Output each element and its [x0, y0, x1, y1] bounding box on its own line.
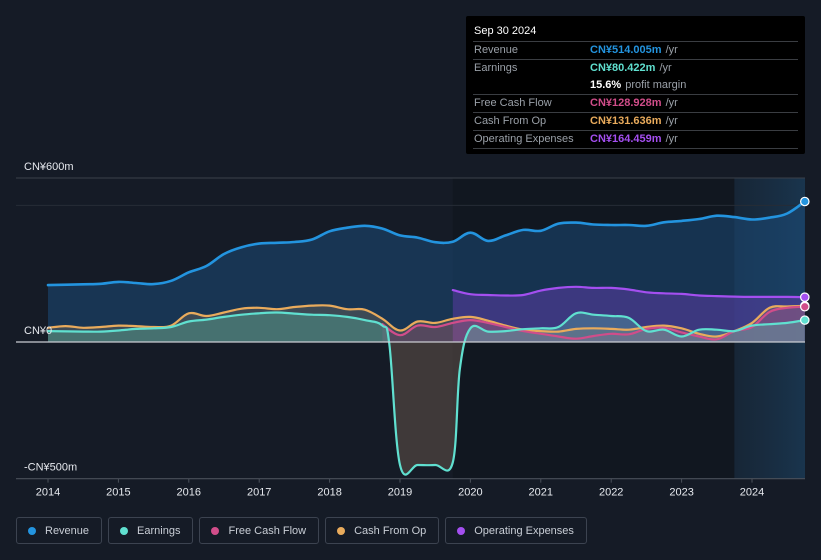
tooltip-row-profit-margin: 15.6% profit margin	[473, 77, 798, 94]
legend-label: Cash From Op	[354, 524, 427, 537]
tooltip-row-operating-expenses: Operating Expenses CN¥164.459m/yr	[473, 130, 798, 149]
tooltip-unit: /yr	[665, 44, 678, 56]
free-cash-flow-end-marker	[799, 301, 810, 312]
tooltip-panel: Sep 30 2024 Revenue CN¥514.005m/yr Earning…	[466, 16, 805, 154]
tooltip-label: Free Cash Flow	[474, 97, 552, 109]
legend-item-revenue[interactable]: Revenue	[16, 517, 103, 544]
legend-dot-icon	[120, 526, 129, 535]
legend-item-operating-expenses[interactable]: Operating Expenses	[445, 517, 587, 544]
tooltip-label: Cash From Op	[474, 115, 547, 127]
x-tick-label: 2015	[106, 487, 130, 499]
tooltip-unit: /yr	[665, 115, 678, 127]
tooltip-value: CN¥80.422m	[590, 62, 656, 74]
y-tick-label: -CN¥500m	[24, 462, 77, 474]
legend-label: Operating Expenses	[474, 524, 574, 537]
x-tick-label: 2023	[669, 487, 693, 499]
tooltip-unit: /yr	[665, 133, 678, 145]
legend-dot-icon	[211, 526, 220, 535]
tooltip-label	[473, 77, 590, 94]
tooltip-value: CN¥514.005m	[590, 44, 662, 56]
legend-item-cash-from-op[interactable]: Cash From Op	[325, 517, 440, 544]
x-tick-label: 2016	[177, 487, 201, 499]
earnings-end-marker	[799, 315, 810, 325]
legend-item-free-cash-flow[interactable]: Free Cash Flow	[199, 517, 320, 544]
x-tick-label: 2020	[458, 487, 482, 499]
legend-dot-icon	[28, 526, 36, 535]
tooltip-value: CN¥131.636m	[590, 115, 662, 127]
tooltip-label: Earnings	[474, 62, 518, 74]
legend-label: Earnings	[137, 524, 181, 537]
tooltip-value: CN¥164.459m	[590, 133, 662, 145]
legend-dot-icon	[337, 526, 346, 535]
tooltip-label: Revenue	[474, 44, 519, 56]
y-tick-label: CN¥0	[24, 325, 52, 337]
y-tick-label: CN¥600m	[24, 161, 74, 173]
tooltip-row-cash-from-op: Cash From Op CN¥131.636m/yr	[473, 112, 798, 130]
x-tick-label: 2018	[317, 487, 341, 499]
legend-dot-icon	[457, 526, 466, 535]
legend-label: Free Cash Flow	[228, 524, 307, 537]
chart-legend: Revenue Earnings Free Cash Flow Cash From O…	[16, 517, 587, 544]
tooltip-date: Sep 30 2024	[474, 25, 537, 37]
operating-expenses-end-marker	[799, 292, 810, 302]
tooltip-row-free-cash-flow: Free Cash Flow CN¥128.928m/yr	[473, 94, 798, 112]
x-tick-label: 2019	[388, 487, 412, 499]
tooltip-unit: /yr	[665, 97, 678, 109]
tooltip-value: CN¥128.928m	[590, 97, 662, 109]
x-tick-label: 2021	[529, 487, 553, 499]
tooltip-unit: /yr	[659, 62, 672, 74]
profit-margin-value: 15.6%	[590, 79, 622, 91]
legend-label: Revenue	[45, 524, 90, 537]
tooltip-label: Operating Expenses	[474, 133, 574, 145]
legend-item-earnings[interactable]: Earnings	[108, 517, 194, 544]
profit-margin-text: profit margin	[625, 79, 687, 91]
x-tick-label: 2024	[740, 487, 764, 499]
tooltip-row-earnings: Earnings CN¥80.422m/yr	[473, 59, 798, 77]
revenue-end-marker	[799, 196, 810, 207]
tooltip-row-revenue: Revenue CN¥514.005m/yr	[473, 41, 798, 59]
x-tick-label: 2017	[247, 487, 271, 499]
x-tick-label: 2022	[599, 487, 623, 499]
x-tick-label: 2014	[36, 487, 60, 499]
